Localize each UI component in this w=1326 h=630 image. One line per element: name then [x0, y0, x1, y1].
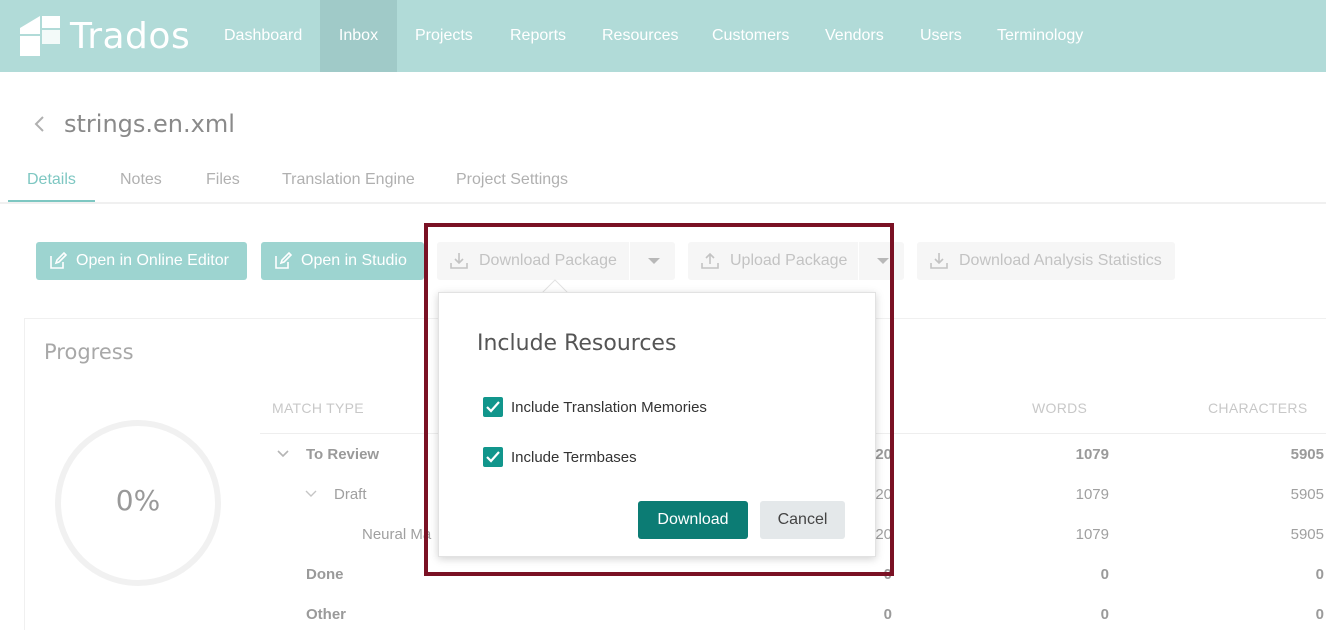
tab-translation-engine[interactable]: Translation Engine [262, 160, 435, 202]
edit-icon [50, 251, 68, 269]
nav-vendors[interactable]: Vendors [807, 0, 902, 72]
table-cell-words: 1079 [1075, 526, 1109, 543]
open-online-editor-button[interactable]: Open in Online Editor [36, 242, 247, 280]
chevron-down-icon[interactable] [277, 450, 289, 458]
tab-project-settings[interactable]: Project Settings [436, 160, 588, 202]
tab-details[interactable]: Details [8, 160, 95, 202]
progress-percent: 0% [115, 484, 161, 517]
column-header-match-type: MATCH TYPE [272, 400, 364, 416]
table-cell-words: 0 [1100, 606, 1109, 623]
download-analysis-statistics-button[interactable]: Download Analysis Statistics [917, 242, 1175, 280]
checkmark-icon [486, 451, 500, 463]
column-header-characters: CHARACTERS [1208, 400, 1308, 416]
table-cell-words: 1079 [1075, 486, 1109, 503]
nav-users[interactable]: Users [902, 0, 980, 72]
brand-name[interactable]: Trados [70, 16, 190, 57]
table-cell-characters: 0 [1315, 566, 1324, 583]
checkmark-icon [486, 401, 500, 413]
table-row-label: To Review [306, 446, 380, 463]
back-chevron-icon[interactable] [30, 114, 48, 134]
table-cell-words: 1079 [1075, 446, 1109, 463]
nav-resources[interactable]: Resources [584, 0, 696, 72]
column-header-words: WORDS [1032, 400, 1088, 416]
include-termbases-checkbox[interactable] [483, 447, 503, 467]
nav-terminology[interactable]: Terminology [979, 0, 1101, 72]
nav-dashboard[interactable]: Dashboard [206, 0, 320, 72]
chevron-down-icon[interactable] [305, 490, 317, 498]
progress-title: Progress [44, 340, 134, 364]
table-cell-characters: 5905 [1290, 526, 1324, 543]
open-online-editor-label: Open in Online Editor [76, 252, 229, 269]
table-row-label: Neural Ma [362, 526, 432, 543]
nav-customers[interactable]: Customers [694, 0, 807, 72]
table-cell-characters: 5905 [1290, 486, 1324, 503]
nav-reports[interactable]: Reports [492, 0, 584, 72]
edit-icon [275, 251, 293, 269]
popover-title: Include Resources [477, 331, 677, 356]
tabs-bar: Details Notes Files Translation Engine P… [0, 160, 1326, 204]
include-termbases-label[interactable]: Include Termbases [511, 449, 637, 466]
table-cell-segments: 0 [883, 606, 892, 623]
tab-files[interactable]: Files [186, 160, 260, 202]
table-row-label: Done [306, 566, 344, 583]
table-cell-characters: 5905 [1290, 446, 1324, 463]
open-in-studio-button[interactable]: Open in Studio [261, 242, 424, 280]
table-cell-characters: 0 [1315, 606, 1324, 623]
trados-logo-icon[interactable] [18, 14, 62, 58]
table-row-label: Other [306, 606, 347, 623]
download-icon [930, 253, 948, 269]
table-cell-words: 0 [1100, 566, 1109, 583]
tab-notes[interactable]: Notes [100, 160, 182, 202]
download-button[interactable]: Download [638, 501, 748, 539]
nav-inbox[interactable]: Inbox [320, 0, 397, 72]
include-translation-memories-checkbox[interactable] [483, 397, 503, 417]
nav-projects[interactable]: Projects [397, 0, 491, 72]
page-title: strings.en.xml [64, 110, 235, 138]
download-analysis-statistics-label: Download Analysis Statistics [959, 252, 1162, 269]
table-row-label: Draft [334, 486, 367, 503]
top-navigation: Trados Dashboard Inbox Projects Reports … [0, 0, 1326, 72]
include-translation-memories-label[interactable]: Include Translation Memories [511, 399, 707, 416]
cancel-button[interactable]: Cancel [760, 501, 845, 539]
open-in-studio-label: Open in Studio [301, 252, 407, 269]
